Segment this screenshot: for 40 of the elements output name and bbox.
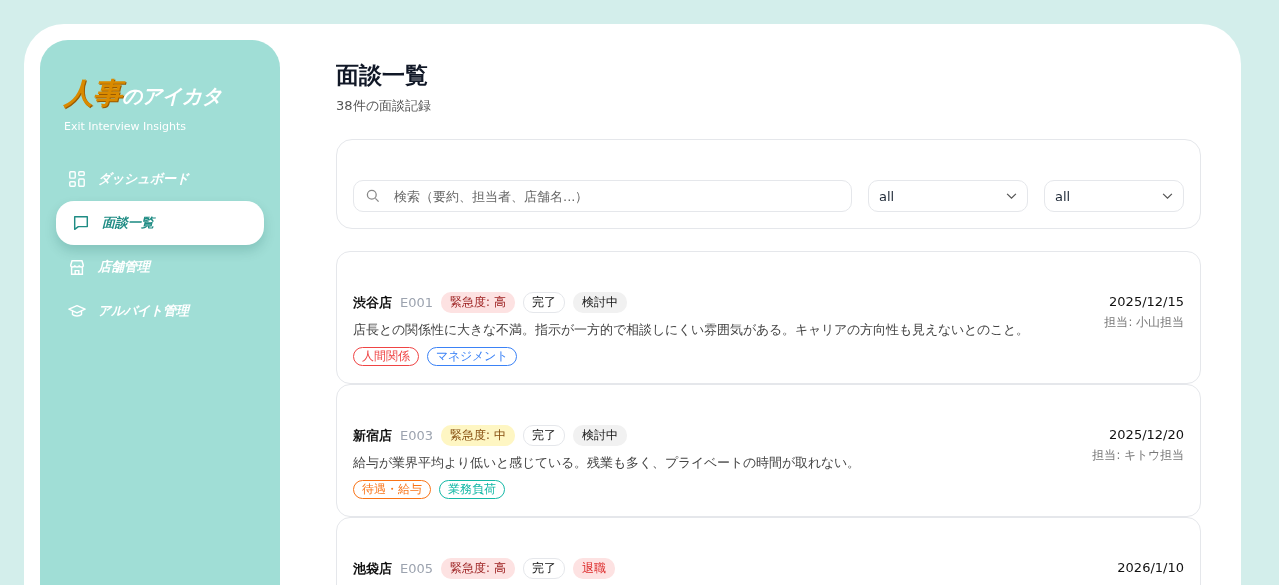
employee-code: E003 <box>400 428 434 443</box>
search-icon <box>365 188 381 204</box>
filter-dropdown[interactable]: all <box>1044 180 1184 212</box>
search-field[interactable]: 検索（要約、担当者、店舗名...） <box>353 180 852 212</box>
store-name: 池袋店 <box>353 559 392 578</box>
manager-name: 担当: キトウ担当 <box>1092 448 1184 463</box>
interview-summary: 給与が業界平均より低いと感じている。残業も多く、プライベートの時間が取れない。 <box>353 454 860 472</box>
graduation-cap-icon <box>68 302 86 320</box>
chevron-down-icon <box>1006 192 1017 200</box>
status-badge: 検討中 <box>572 425 627 446</box>
chevron-down-icon <box>1162 192 1173 200</box>
record-count: 38件の面談記録 <box>336 97 432 115</box>
status-badge: 緊急度: 中 <box>441 425 515 446</box>
employee-code: E005 <box>400 561 434 576</box>
store-name: 新宿店 <box>353 426 392 445</box>
tagline: Exit Interview Insights <box>63 120 187 133</box>
interview-card[interactable]: 新宿店 E003 緊急度: 中 完了 検討中 給与が業界平均より低いと感じている。残業も多く、プライベートの時間が取れない。 待遇・給与 業務負荷 2025/12/20 担当: キトウ担当 <box>336 384 1201 517</box>
page-title: 面談一覧 <box>336 61 429 90</box>
interview-summary: 店長との関係性に大きな不満。指示が一方的で相談しにくい雰囲気がある。キャリアの方向性も見えないとのこと。 <box>353 321 1029 339</box>
sidebar-item[interactable]: 面談一覧 <box>56 201 264 245</box>
status-badge: 完了 <box>522 292 565 313</box>
interview-card[interactable]: 池袋店 E005 緊急度: 高 完了 退職 2026/1/10 <box>336 517 1201 585</box>
status-badge: 退職 <box>572 558 615 579</box>
status-badge: 検討中 <box>572 292 627 313</box>
store-name: 渋谷店 <box>353 293 392 312</box>
filter-dropdown[interactable]: all <box>868 180 1028 212</box>
grid-icon <box>68 170 86 188</box>
employee-code: E001 <box>400 295 434 310</box>
status-badge: 完了 <box>522 425 565 446</box>
status-badge: 緊急度: 高 <box>441 292 515 313</box>
interview-card[interactable]: 渋谷店 E001 緊急度: 高 完了 検討中 店長との関係性に大きな不満。指示が一方的で相談しにくい雰囲気がある。キャリアの方向性も見えないとのこと。 人間関係 マネジメント 2025/12/15 担当: 小山担当 <box>336 251 1201 384</box>
interview-date: 2025/12/20 <box>1108 427 1184 442</box>
store-icon <box>68 258 86 276</box>
status-badge: 緊急度: 高 <box>441 558 515 579</box>
logo: 人事のアイカタ <box>62 75 223 112</box>
manager-name: 担当: 小山担当 <box>1104 315 1184 330</box>
chat-icon <box>72 214 90 232</box>
status-badge: 完了 <box>522 558 565 579</box>
interview-date: 2025/12/15 <box>1108 294 1184 309</box>
interview-date: 2026/1/10 <box>1117 560 1184 575</box>
